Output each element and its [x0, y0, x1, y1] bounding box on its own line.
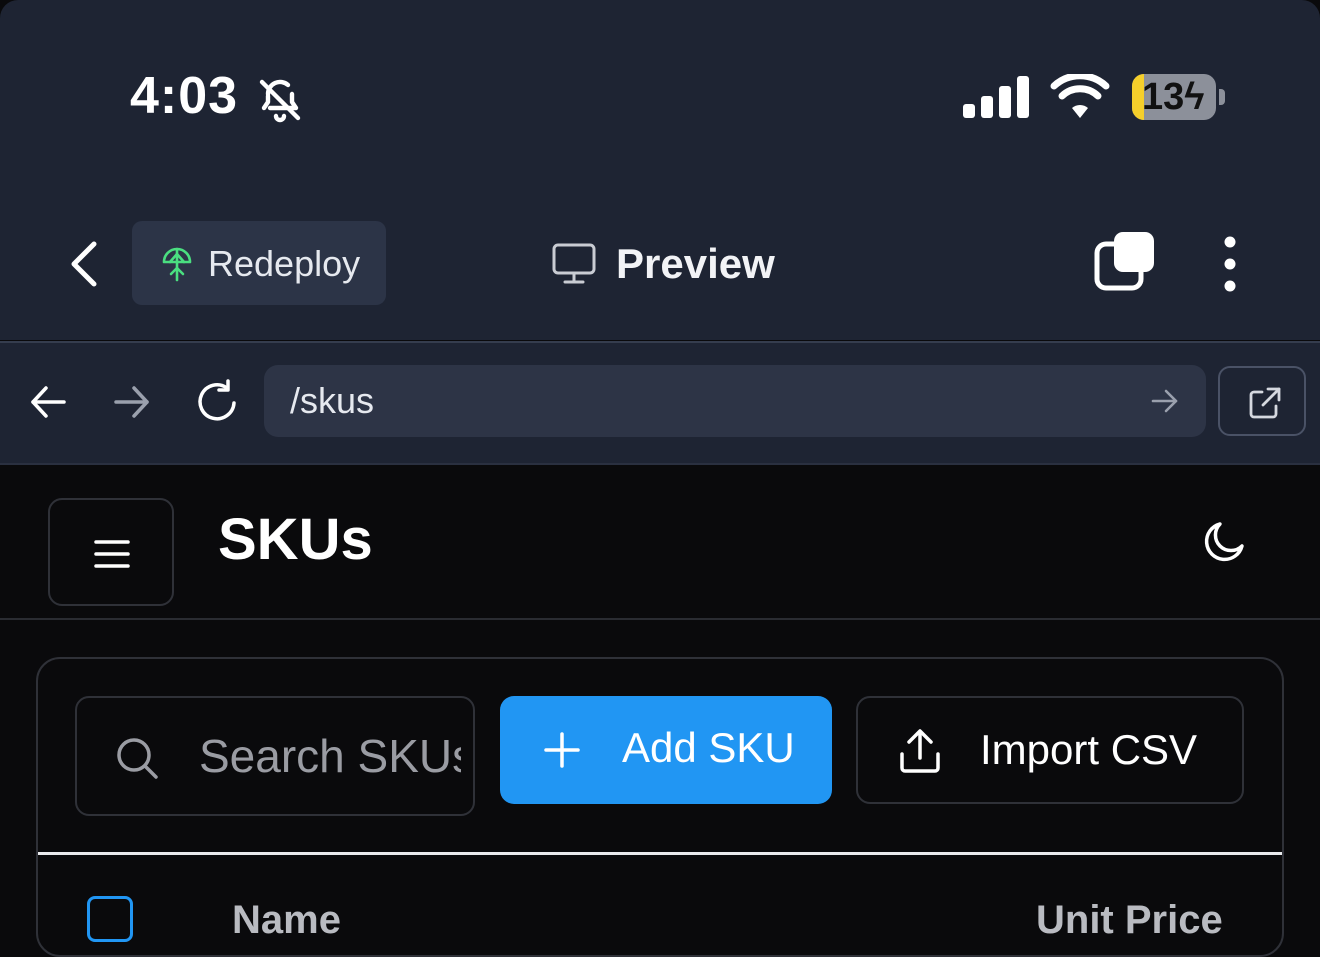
search-icon	[117, 738, 158, 779]
menu-button[interactable]	[48, 498, 174, 606]
bell-slash-icon	[256, 76, 304, 129]
battery-percent: 13ϟ	[1142, 76, 1205, 118]
url-go-icon[interactable]	[1150, 386, 1180, 421]
select-all-checkbox[interactable]	[87, 896, 133, 942]
add-sku-button[interactable]: Add SKU	[500, 696, 832, 804]
column-header-unit-price[interactable]: Unit Price	[1036, 898, 1223, 943]
plus-icon	[544, 732, 580, 768]
url-bar[interactable]	[264, 365, 1206, 437]
preview-title: Preview	[616, 240, 775, 287]
open-external-button[interactable]	[1218, 366, 1306, 436]
nav-back-icon[interactable]	[28, 382, 68, 427]
wifi-icon	[1050, 72, 1110, 123]
monitor-icon	[552, 243, 596, 290]
redeploy-icon	[160, 244, 194, 287]
redeploy-label: Redeploy	[208, 243, 361, 284]
cellular-signal-icon	[963, 76, 1031, 123]
header-divider	[0, 618, 1320, 620]
column-header-name[interactable]: Name	[232, 898, 341, 943]
status-time: 4:03	[130, 67, 239, 125]
external-link-icon	[1249, 387, 1281, 419]
battery-nub	[1219, 89, 1225, 105]
search-field[interactable]	[75, 696, 475, 816]
reload-icon[interactable]	[194, 379, 240, 430]
add-sku-label: Add SKU	[622, 724, 795, 771]
upload-icon	[900, 729, 940, 773]
moon-icon[interactable]	[1200, 518, 1248, 571]
tabs-icon[interactable]	[1094, 232, 1156, 297]
url-text[interactable]: /skus	[290, 380, 374, 422]
table-header-border	[38, 852, 1282, 855]
battery-charging-icon: 13ϟ	[1132, 74, 1216, 120]
more-vertical-icon[interactable]	[1220, 236, 1240, 297]
search-input[interactable]	[199, 726, 461, 786]
back-chevron-icon[interactable]	[66, 240, 102, 293]
page-title: SKUs	[218, 507, 373, 572]
import-csv-label: Import CSV	[980, 726, 1198, 773]
hamburger-icon	[94, 540, 130, 568]
nav-forward-icon[interactable]	[112, 382, 152, 427]
import-csv-button[interactable]: Import CSV	[856, 696, 1244, 804]
